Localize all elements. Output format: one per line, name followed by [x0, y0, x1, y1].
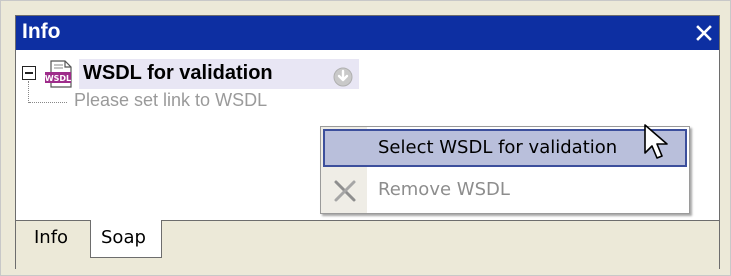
svg-text:WSDL: WSDL	[45, 74, 71, 83]
window-frame: Info WSDL WSDL for validation Please set…	[0, 0, 731, 276]
wsdl-file-icon: WSDL	[45, 60, 72, 88]
panel-titlebar: Info	[16, 16, 719, 50]
menu-item-label: Select WSDL for validation	[378, 137, 618, 158]
tab-label: Info	[34, 227, 69, 248]
info-panel: Info WSDL WSDL for validation Please set…	[15, 15, 720, 269]
menu-item-label: Remove WSDL	[378, 179, 510, 200]
menu-item-select-wsdl[interactable]: Select WSDL for validation	[323, 129, 687, 167]
tree-item-wsdl[interactable]: WSDL for validation	[79, 59, 359, 89]
remove-icon	[334, 180, 356, 202]
menu-item-remove-wsdl[interactable]: Remove WSDL	[323, 171, 687, 209]
dropdown-arrow-icon[interactable]	[333, 67, 353, 87]
context-menu: Select WSDL for validation Remove WSDL	[320, 126, 690, 214]
tab-bar: Info Soap	[16, 220, 719, 269]
close-icon[interactable]	[693, 22, 715, 44]
tree-connector	[28, 81, 29, 103]
tab-label: Soap	[101, 227, 146, 248]
panel-title: Info	[22, 20, 61, 43]
mouse-pointer-icon	[644, 124, 668, 159]
collapse-toggle[interactable]	[22, 66, 36, 80]
tree-connector	[29, 102, 67, 103]
tree-view: WSDL WSDL for validation Please set link…	[16, 50, 719, 220]
tree-item-wsdl-label: WSDL for validation	[83, 62, 273, 84]
tab-soap[interactable]: Soap	[90, 220, 162, 258]
tree-item-wsdl-link[interactable]: Please set link to WSDL	[74, 90, 267, 111]
tab-info[interactable]: Info	[20, 221, 90, 255]
